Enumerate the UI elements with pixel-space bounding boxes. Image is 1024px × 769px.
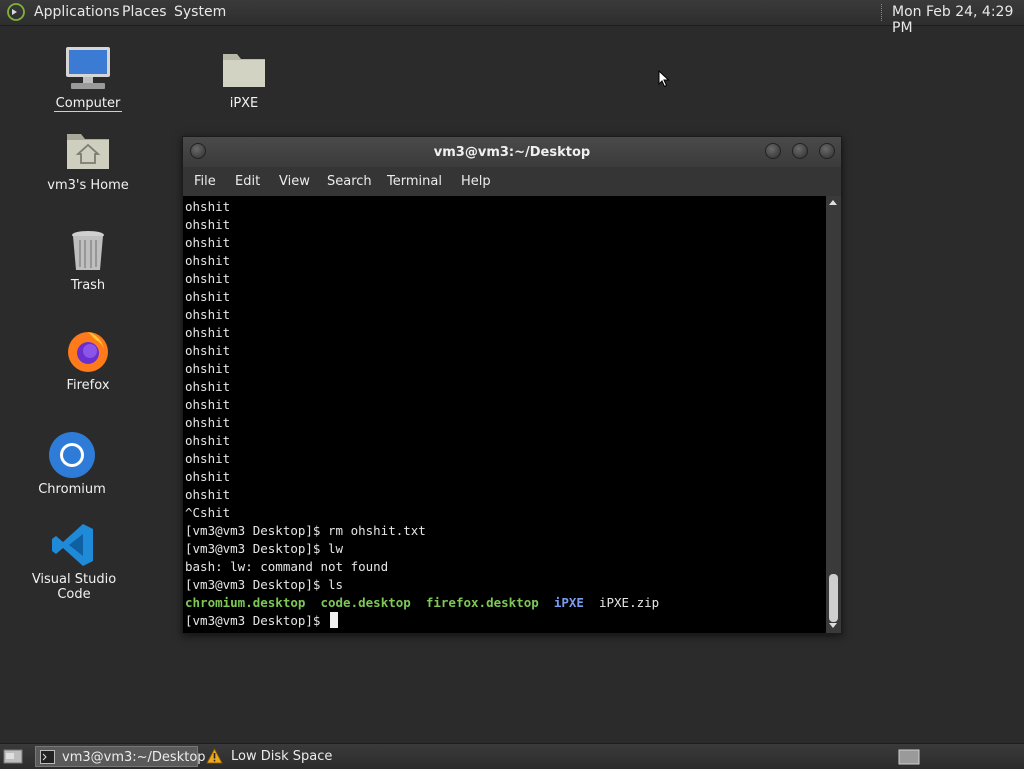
show-desktop-icon[interactable] [3, 748, 23, 765]
window-title: vm3@vm3:~/Desktop [433, 145, 591, 160]
distro-logo-icon[interactable] [7, 3, 25, 21]
terminal-line: ohshit [185, 343, 231, 358]
close-button[interactable] [819, 143, 835, 159]
terminal-line: ohshit [185, 469, 231, 484]
firefox-icon [68, 332, 108, 372]
menu-terminal[interactable]: Terminal [387, 174, 442, 189]
menu-view[interactable]: View [279, 174, 310, 189]
taskbar-item-low-disk-space[interactable]: Low Disk Space [204, 746, 344, 767]
desktop-icon-label: Chromium [38, 482, 106, 497]
desktop-icon-label: iPXE [229, 96, 259, 111]
window-titlebar[interactable]: vm3@vm3:~/Desktop [183, 137, 841, 167]
ls-entry: iPXE [553, 595, 584, 610]
terminal-icon [40, 750, 55, 764]
terminal-line: ohshit [185, 253, 231, 268]
terminal-line: [vm3@vm3 Desktop]$ rm ohshit.txt [185, 523, 426, 538]
terminal-line: ohshit [185, 487, 231, 502]
desktop-icon-label: Trash [70, 278, 106, 293]
desktop-icon-label: vm3's Home [47, 178, 129, 193]
terminal-line: [vm3@vm3 Desktop]$ lw [185, 541, 344, 556]
chromium-icon [49, 432, 95, 478]
terminal-line: ohshit [185, 307, 231, 322]
terminal-line: ohshit [185, 199, 231, 214]
menu-help[interactable]: Help [461, 174, 491, 189]
folder-icon [223, 54, 265, 87]
menu-file[interactable]: File [194, 174, 216, 189]
panel-separator [881, 4, 884, 21]
terminal-line: ohshit [185, 415, 231, 430]
terminal-line: ohshit [185, 433, 231, 448]
taskbar-item-terminal[interactable]: vm3@vm3:~/Desktop [35, 746, 206, 767]
desktop-icon-trash[interactable]: Trash [38, 226, 138, 293]
terminal-output[interactable]: ohshit ohshit ohshit ohshit ohshit ohshit ohsh… [185, 198, 825, 631]
desktop-icon-firefox[interactable]: Firefox [38, 326, 138, 393]
taskbar-item-label: Low Disk Space [231, 749, 333, 764]
terminal-menubar: File Edit View Search Terminal Help [183, 167, 841, 196]
top-panel: Applications Places System Mon Feb 24, 4… [0, 0, 1024, 36]
terminal-scrollbar[interactable] [826, 196, 841, 633]
terminal-window[interactable]: vm3@vm3:~/Desktop File Edit View Search … [182, 136, 842, 634]
menu-edit[interactable]: Edit [235, 174, 260, 189]
trash-icon [72, 231, 104, 270]
desktop-icon-home[interactable]: vm3's Home [38, 126, 138, 193]
taskbar-item-label: vm3@vm3:~/Desktop [62, 750, 206, 765]
minimize-button[interactable] [765, 143, 781, 159]
home-folder-icon [67, 134, 109, 169]
terminal-line: ohshit [185, 325, 231, 340]
terminal-line: ohshit [185, 451, 231, 466]
vscode-icon [52, 524, 93, 566]
terminal-line-ls-output: chromium.desktop code.desktop firefox.de… [185, 594, 825, 612]
scroll-down-icon[interactable] [829, 623, 837, 628]
terminal-line: ohshit [185, 271, 231, 286]
terminal-line: ohshit [185, 289, 231, 304]
maximize-button[interactable] [792, 143, 808, 159]
terminal-line: ohshit [185, 361, 231, 376]
workspace-switcher-icon[interactable] [898, 749, 920, 765]
text-cursor [330, 612, 338, 628]
scrollbar-thumb[interactable] [829, 574, 838, 622]
system-menu[interactable]: System [174, 4, 226, 20]
desktop-icon-label: Computer [53, 96, 123, 112]
terminal-line: [vm3@vm3 Desktop]$ ls [185, 577, 344, 592]
ls-entry: code.desktop [320, 595, 411, 610]
terminal-prompt: [vm3@vm3 Desktop]$ [185, 613, 328, 628]
computer-icon [66, 47, 110, 89]
bottom-panel: vm3@vm3:~/Desktop Low Disk Space [0, 743, 1024, 769]
places-menu[interactable]: Places [122, 4, 167, 20]
terminal-line: ohshit [185, 235, 231, 250]
terminal-line: ohshit [185, 379, 231, 394]
ls-entry: firefox.desktop [425, 595, 539, 610]
ls-entry: chromium.desktop [185, 595, 306, 610]
warning-icon [206, 748, 223, 764]
terminal-line: ^Cshit [185, 505, 231, 520]
mouse-pointer-icon [658, 70, 670, 88]
ls-entry: iPXE.zip [598, 595, 660, 610]
desktop-icon-chromium[interactable]: Chromium [22, 430, 122, 497]
terminal-line: bash: lw: command not found [185, 559, 389, 574]
terminal-line: ohshit [185, 397, 231, 412]
applications-menu[interactable]: Applications [34, 4, 120, 20]
desktop-icon-vscode[interactable]: Visual Studio Code [24, 520, 124, 602]
terminal-line: ohshit [185, 217, 231, 232]
desktop-icon-ipxe[interactable]: iPXE [194, 44, 294, 111]
clock[interactable]: Mon Feb 24, 4:29 PM [892, 4, 1024, 36]
desktop-icon-label: Firefox [66, 378, 110, 393]
menu-search[interactable]: Search [327, 174, 372, 189]
terminal-prompt-line[interactable]: [vm3@vm3 Desktop]$ [185, 612, 825, 630]
scroll-up-icon[interactable] [829, 200, 837, 205]
desktop-icon-computer[interactable]: Computer [38, 44, 138, 112]
desktop-icon-label: Visual Studio Code [31, 572, 117, 602]
